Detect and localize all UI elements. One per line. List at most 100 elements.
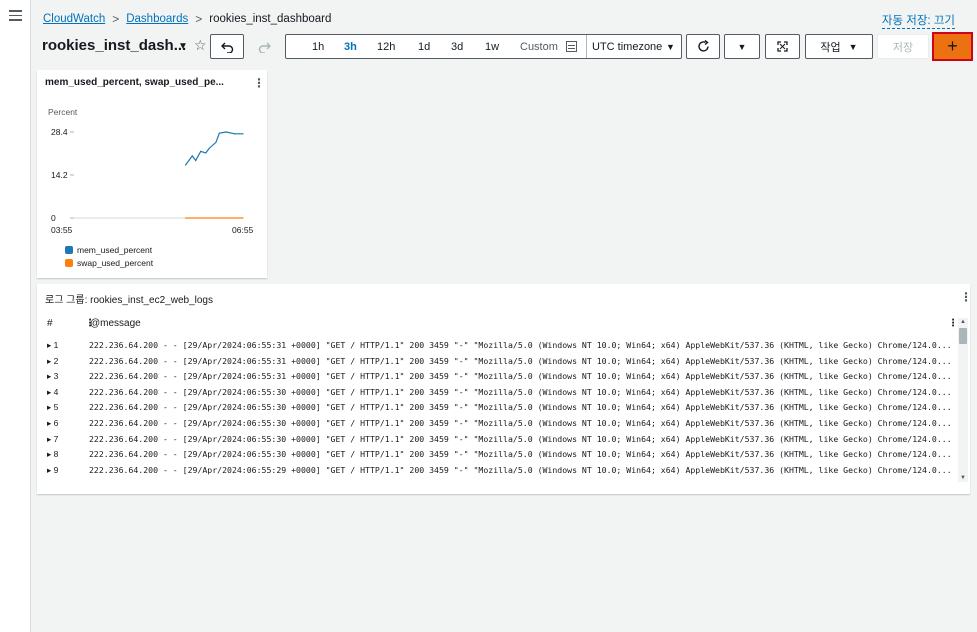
scroll-down-icon[interactable]: ▼ bbox=[960, 475, 966, 481]
data-point bbox=[191, 155, 193, 157]
data-point bbox=[205, 152, 207, 154]
log-message: 222.236.64.200 - - [29/Apr/2024:06:55:30… bbox=[89, 418, 952, 428]
save-button[interactable]: 저장 bbox=[877, 34, 929, 59]
table-row[interactable]: ▸ 4 222.236.64.200 - - [29/Apr/2024:06:55… bbox=[37, 384, 957, 400]
log-message: 222.236.64.200 - - [29/Apr/2024:06:55:30… bbox=[89, 449, 952, 460]
undo-icon bbox=[220, 42, 233, 53]
log-message: 222.236.64.200 - - [29/Apr/2024:06:55:30… bbox=[89, 386, 952, 397]
star-icon[interactable]: ☆ bbox=[194, 37, 207, 54]
data-point bbox=[184, 217, 187, 219]
undo-button[interactable] bbox=[210, 34, 244, 59]
caret-down-icon: ▼ bbox=[848, 41, 858, 52]
log-scrollbar[interactable]: ▲ ▼ bbox=[958, 318, 968, 482]
breadcrumb-current: rookies_inst_dashboard bbox=[209, 13, 332, 25]
table-row[interactable]: ▸ 1 222.236.64.200 - - [29/Apr/2024:06:55… bbox=[37, 337, 957, 353]
log-message: 222.236.64.200 - - [29/Apr/2024:06:55:31… bbox=[89, 340, 952, 350]
time-option-custom[interactable]: Custom bbox=[520, 41, 558, 53]
legend-swatch bbox=[65, 246, 73, 254]
log-message: 222.236.64.200 - - [29/Apr/2024:06:55:31… bbox=[89, 355, 952, 366]
calendar-icon[interactable] bbox=[566, 41, 577, 52]
row-number: ▸ 6 bbox=[47, 418, 59, 428]
row-number: ▸ 1 bbox=[47, 340, 59, 350]
table-row[interactable]: ▸ 9 222.236.64.200 - - [29/Apr/2024:06:55… bbox=[37, 462, 957, 478]
caret-down-icon[interactable]: ▼ bbox=[666, 42, 675, 52]
log-message: 222.236.64.200 - - [29/Apr/2024:06:55:29… bbox=[89, 464, 952, 475]
row-number: ▸ 3 bbox=[47, 371, 59, 382]
log-message: 222.236.64.200 - - [29/Apr/2024:06:55:31… bbox=[89, 371, 952, 382]
time-option-12h[interactable]: 12h bbox=[377, 41, 395, 53]
y-tick-label: 14.2 bbox=[51, 170, 68, 180]
table-row[interactable]: ▸ 3 222.236.64.200 - - [29/Apr/2024:06:55… bbox=[37, 368, 957, 384]
row-number: ▸ 9 bbox=[47, 464, 59, 475]
caret-down-icon[interactable]: ▼ bbox=[178, 41, 188, 52]
widget-title: mem_used_percent, swap_used_pe... bbox=[45, 77, 224, 88]
timezone-select[interactable]: UTC timezone bbox=[592, 41, 662, 53]
table-row[interactable]: ▸ 7 222.236.64.200 - - [29/Apr/2024:06:55… bbox=[37, 431, 957, 447]
log-message: 222.236.64.200 - - [29/Apr/2024:06:55:30… bbox=[89, 402, 952, 413]
x-tick-label: 06:55 bbox=[232, 225, 254, 235]
redo-button[interactable] bbox=[248, 34, 280, 59]
autosave-toggle[interactable]: 자동 저장: 끄기 bbox=[881, 12, 955, 29]
x-tick-label: 03:55 bbox=[51, 225, 73, 235]
breadcrumb-dashboards[interactable]: Dashboards bbox=[126, 13, 188, 25]
y-axis-label: Percent bbox=[48, 107, 78, 117]
row-number: ▸ 4 bbox=[47, 386, 59, 397]
redo-icon bbox=[258, 42, 271, 53]
main-content: CloudWatch > Dashboards > rookies_inst_d… bbox=[32, 0, 977, 632]
chevron-right-icon: > bbox=[112, 12, 120, 26]
scroll-up-icon[interactable]: ▲ bbox=[960, 319, 966, 325]
time-range-selector: 1h 3h 12h 1d 3d 1w Custom UTC timezone ▼ bbox=[285, 34, 682, 59]
data-point bbox=[218, 132, 220, 134]
row-number: ▸ 8 bbox=[47, 449, 59, 460]
caret-down-icon: ▼ bbox=[737, 41, 747, 52]
legend-swatch bbox=[65, 259, 73, 267]
column-header-num: # bbox=[47, 318, 53, 329]
data-point bbox=[242, 133, 244, 135]
left-nav-rail bbox=[0, 0, 31, 632]
data-point bbox=[242, 217, 244, 219]
add-widget-button[interactable]: + bbox=[932, 32, 973, 61]
chevron-right-icon: > bbox=[195, 12, 203, 26]
refresh-interval-dropdown[interactable]: ▼ bbox=[724, 34, 760, 59]
dashboard-toolbar: rookies_inst_dash... ▼ ☆ 1h 3h 12h 1d 3d… bbox=[32, 32, 977, 62]
legend-label[interactable]: mem_used_percent bbox=[77, 245, 153, 255]
time-option-3h[interactable]: 3h bbox=[344, 41, 357, 53]
more-options-icon[interactable]: ⋮ bbox=[253, 76, 265, 90]
scroll-thumb[interactable] bbox=[959, 328, 967, 344]
legend-label[interactable]: swap_used_percent bbox=[77, 258, 154, 268]
log-message: 222.236.64.200 - - [29/Apr/2024:06:55:30… bbox=[89, 433, 952, 444]
table-row[interactable]: ▸ 6 222.236.64.200 - - [29/Apr/2024:06:55… bbox=[37, 415, 957, 431]
table-row[interactable]: ▸ 2 222.236.64.200 - - [29/Apr/2024:06:55… bbox=[37, 353, 957, 369]
metrics-widget: mem_used_percent, swap_used_pe... ⋮ Perc… bbox=[37, 70, 267, 278]
logs-widget: 로그 그룹: rookies_inst_ec2_web_logs ⋮ # ⋮ @… bbox=[37, 284, 972, 494]
row-number: ▸ 7 bbox=[47, 433, 59, 444]
data-point bbox=[208, 147, 210, 149]
time-option-3d[interactable]: 3d bbox=[451, 41, 463, 53]
table-row[interactable]: ▸ 8 222.236.64.200 - - [29/Apr/2024:06:55… bbox=[37, 446, 957, 462]
table-row[interactable]: ▸ 5 222.236.64.200 - - [29/Apr/2024:06:55… bbox=[37, 399, 957, 415]
data-point bbox=[195, 159, 197, 162]
row-number: ▸ 5 bbox=[47, 402, 59, 413]
refresh-icon bbox=[697, 40, 709, 52]
y-tick-label: 0 bbox=[51, 213, 56, 223]
data-point bbox=[184, 164, 187, 166]
data-point bbox=[233, 133, 236, 135]
breadcrumb: CloudWatch > Dashboards > rookies_inst_d… bbox=[43, 12, 331, 26]
more-options-icon[interactable]: ⋮ bbox=[960, 290, 972, 304]
data-point bbox=[200, 150, 202, 152]
breadcrumb-cloudwatch[interactable]: CloudWatch bbox=[43, 13, 105, 25]
fullscreen-button[interactable] bbox=[765, 34, 800, 59]
column-handle-icon[interactable]: ⋮ bbox=[948, 318, 958, 329]
actions-dropdown[interactable]: 작업 ▼ bbox=[805, 34, 873, 59]
time-option-1d[interactable]: 1d bbox=[418, 41, 430, 53]
refresh-button[interactable] bbox=[686, 34, 720, 59]
fullscreen-icon bbox=[777, 41, 788, 52]
series-line-mem-used-percent[interactable] bbox=[185, 131, 243, 166]
hamburger-icon[interactable] bbox=[9, 10, 22, 21]
column-header-message[interactable]: @message bbox=[90, 318, 141, 329]
time-option-1w[interactable]: 1w bbox=[485, 41, 499, 53]
y-tick-label: 28.4 bbox=[51, 127, 68, 137]
time-option-1h[interactable]: 1h bbox=[312, 41, 324, 53]
metric-line-chart: Percent 28.4 14.2 0 03:55 06:55 mem_used_pe… bbox=[48, 107, 254, 268]
dashboard-title: rookies_inst_dash... bbox=[42, 37, 187, 54]
